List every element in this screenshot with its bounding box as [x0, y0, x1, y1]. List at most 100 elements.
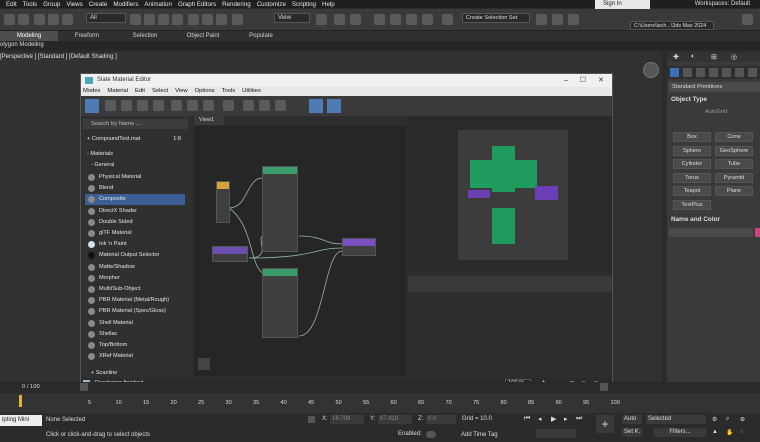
cameras-icon[interactable] — [709, 68, 718, 77]
select-by-material-icon[interactable] — [327, 99, 341, 113]
angle-snap-icon[interactable] — [390, 14, 401, 25]
material-item[interactable]: Shellac — [85, 329, 185, 340]
material-item[interactable]: glTF Material — [85, 228, 185, 239]
shapes-icon[interactable] — [683, 68, 692, 77]
material-item[interactable]: XRef Material — [85, 351, 185, 362]
y-coordinate-field[interactable]: 67.918 — [378, 415, 412, 424]
rotate-icon[interactable] — [202, 14, 213, 25]
hierarchy-tab-icon[interactable]: ⊞ — [711, 53, 717, 61]
viewport-label[interactable]: [Perspective ] [Standard ] [Default Shad… — [0, 54, 117, 60]
menu-rendering[interactable]: Rendering — [222, 1, 251, 8]
primitive-cone-button[interactable]: Cone — [715, 132, 753, 142]
primitives-dropdown[interactable]: Standard Primitives — [669, 82, 760, 92]
space-warps-icon[interactable] — [735, 68, 744, 77]
play-icon[interactable]: ▶ — [551, 415, 556, 423]
key-filters-button[interactable]: Filters... — [654, 428, 706, 437]
polygon-modeling-panel[interactable]: olygon Modeling — [0, 41, 760, 50]
sign-in-button[interactable]: Sign In — [595, 0, 650, 9]
material-item[interactable]: Matte/Shadow — [85, 262, 185, 273]
material-item[interactable]: Shell Material — [85, 318, 185, 329]
reference-coordinate-dropdown[interactable]: View — [274, 13, 310, 23]
enabled-toggle[interactable] — [426, 431, 436, 438]
search-by-name-input[interactable]: Search by Name ... — [83, 119, 188, 129]
goto-end-icon[interactable]: ⏭ — [576, 415, 582, 423]
select-by-name-icon[interactable] — [144, 14, 155, 25]
lock-selection-icon[interactable] — [308, 416, 315, 423]
material-item[interactable]: DirectX Shader — [85, 206, 185, 217]
zoom-viewport-icon[interactable]: ⌕ — [726, 416, 729, 423]
material-item[interactable]: Composite — [85, 194, 185, 205]
maxscript-mini-listener[interactable]: ipting Mini — [0, 415, 42, 426]
sme-menu-view[interactable]: View — [175, 87, 187, 96]
menu-views[interactable]: Views — [66, 1, 82, 8]
x-coordinate-field[interactable]: 16.708 — [330, 415, 364, 424]
track-bar[interactable]: 5 10 15 20 25 30 35 40 45 50 55 60 65 70 75 80 85 90 95 100 — [0, 393, 760, 413]
delete-selected-icon[interactable] — [171, 100, 182, 111]
redo-icon[interactable] — [18, 14, 29, 25]
menu-customize[interactable]: Customize — [257, 1, 286, 8]
goto-start-icon[interactable]: ⏮ — [524, 415, 530, 423]
ribbon-tab-modeling[interactable]: Modeling — [0, 31, 58, 41]
sme-menu-edit[interactable]: Edit — [135, 87, 145, 96]
primitive-tube-button[interactable]: Tube — [715, 159, 753, 169]
general-group-header[interactable]: - General — [85, 160, 185, 171]
primitive-teapot-button[interactable]: Teapot — [673, 186, 711, 196]
material-item[interactable]: Multi/Sub-Object — [85, 284, 185, 295]
snaps-toggle-icon[interactable] — [374, 14, 385, 25]
spinner-snap-icon[interactable] — [422, 14, 433, 25]
menu-animation[interactable]: Animation — [144, 1, 172, 8]
material-item[interactable]: Top/Bottom — [85, 340, 185, 351]
object-type-header[interactable]: Object Type — [671, 96, 707, 103]
primitive-textplus-button[interactable]: TextPlus — [673, 199, 711, 210]
material-item[interactable]: Blend — [85, 183, 185, 194]
workspaces-selector[interactable]: Workspaces: Default — [695, 0, 750, 9]
material-item[interactable]: Physical Material — [85, 172, 185, 183]
mirror-icon[interactable] — [536, 14, 547, 25]
select-object-icon[interactable] — [130, 14, 141, 25]
primitive-cylinder-button[interactable]: Cylinder — [673, 159, 711, 169]
material-item[interactable]: PBR Material (Spec/Gloss) — [85, 306, 185, 317]
ribbon-tab-selection[interactable]: Selection — [116, 31, 174, 41]
close-icon[interactable]: ✕ — [598, 74, 604, 87]
align-icon[interactable] — [552, 14, 563, 25]
project-folder-icon[interactable] — [742, 14, 753, 25]
layer-explorer-icon[interactable] — [568, 14, 579, 25]
sme-menu-material[interactable]: Material — [107, 87, 128, 96]
timeline-next-icon[interactable] — [600, 383, 608, 391]
lights-icon[interactable] — [696, 68, 705, 77]
sme-menu-utilities[interactable]: Utilities — [242, 87, 261, 96]
material-item[interactable]: Double Sided — [85, 217, 185, 228]
sme-menu-modes[interactable]: Modes — [83, 87, 100, 96]
materials-group-header[interactable]: - Materials — [85, 149, 185, 160]
name-color-header[interactable]: Name and Color — [671, 216, 720, 223]
time-config-icon[interactable]: ⚙ — [712, 416, 717, 423]
compound-test-library[interactable]: + CompoundTest.mat 1:8 — [85, 134, 185, 145]
placement-icon[interactable] — [232, 14, 243, 25]
move-icon[interactable] — [188, 14, 199, 25]
create-tab-icon[interactable]: ✚ — [673, 53, 679, 61]
menu-group[interactable]: Group — [43, 1, 60, 8]
select-manipulate-icon[interactable] — [334, 14, 345, 25]
menu-edit[interactable]: Edit — [6, 1, 17, 8]
field-of-view-icon[interactable]: ▲ — [712, 429, 718, 435]
minimize-icon[interactable]: – — [564, 74, 568, 87]
auto-key-button[interactable]: Auto — [622, 415, 642, 424]
show-map-in-viewport-icon[interactable] — [223, 100, 234, 111]
timeline-prev-icon[interactable] — [80, 383, 88, 391]
pick-material-icon[interactable] — [105, 100, 116, 111]
navigator-icon[interactable] — [198, 358, 210, 370]
set-key-icon[interactable]: + — [596, 415, 614, 433]
timeline-marker[interactable] — [19, 395, 22, 407]
link-icon[interactable] — [34, 14, 45, 25]
primitive-box-button[interactable]: Box — [673, 132, 711, 142]
node-composite[interactable] — [342, 238, 376, 256]
window-crossing-icon[interactable] — [172, 14, 183, 25]
menu-graph-editors[interactable]: Graph Editors — [178, 1, 216, 8]
primitive-torus-button[interactable]: Torus — [673, 172, 711, 183]
primitive-pyramid-button[interactable]: Pyramid — [715, 172, 753, 183]
object-name-field[interactable] — [669, 228, 753, 237]
keyboard-shortcut-override-icon[interactable] — [350, 14, 361, 25]
sme-menu-options[interactable]: Options — [195, 87, 215, 96]
sme-menu-tools[interactable]: Tools — [222, 87, 236, 96]
hide-unused-slots-icon[interactable] — [203, 100, 214, 111]
